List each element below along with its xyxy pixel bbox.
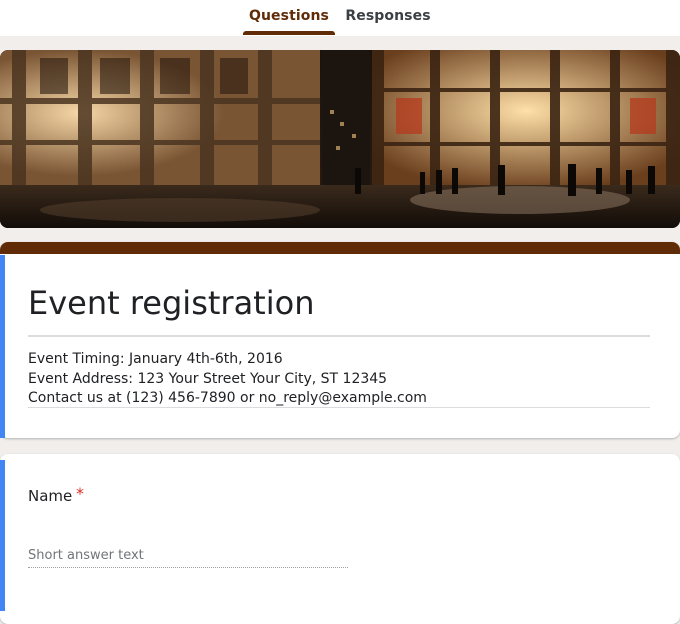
answer-underline (28, 567, 348, 568)
form-description-line: Event Address: 123 Your Street Your City… (28, 371, 388, 387)
question-label: Name (28, 487, 73, 505)
form-title[interactable]: Event registration (28, 284, 648, 322)
header-banner-image (0, 50, 680, 228)
focus-indicator (0, 255, 5, 438)
tab-responses[interactable]: Responses (345, 0, 431, 36)
question-card[interactable] (0, 454, 680, 624)
form-description-line: Contact us at (123) 456-7890 or no_reply… (28, 390, 427, 406)
top-tab-bar: Questions Responses (0, 0, 680, 36)
title-underline (28, 335, 650, 337)
description-underline (28, 407, 650, 408)
form-title-card (0, 242, 680, 438)
short-answer-input[interactable] (28, 544, 348, 566)
theme-accent-bar (0, 242, 680, 254)
active-tab-indicator (243, 31, 335, 35)
question-focus-indicator (0, 460, 5, 611)
form-description-line: Event Timing: January 4th-6th, 2016 (28, 351, 283, 367)
required-asterisk: * (76, 484, 84, 503)
